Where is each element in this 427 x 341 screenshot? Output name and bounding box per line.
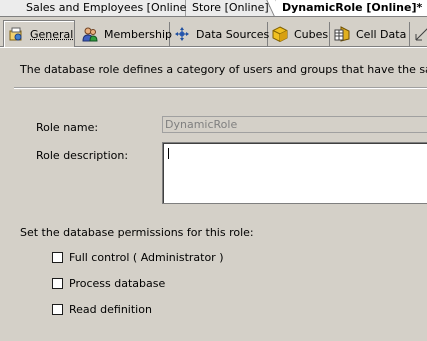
data-sources-icon: [175, 27, 189, 41]
doc-tab-dynamicrole[interactable]: DynamicRole [Online]*: [266, 0, 427, 16]
cell-data-icon: [334, 26, 350, 42]
read-definition-option[interactable]: Read definition: [52, 302, 152, 316]
full-control-checkbox[interactable]: [52, 251, 63, 263]
permissions-label: Set the database permissions for this ro…: [20, 226, 254, 239]
tab-label: Cell Data: [356, 27, 407, 41]
doc-tab-store[interactable]: Store [Online]*: [186, 0, 276, 16]
process-database-label: Process database: [69, 276, 166, 290]
read-definition-checkbox[interactable]: [52, 303, 63, 315]
process-database-option[interactable]: Process database: [52, 276, 165, 290]
role-name-field[interactable]: DynamicRole: [162, 116, 427, 133]
general-icon: [9, 27, 22, 41]
read-definition-label: Read definition: [69, 302, 152, 316]
cubes-icon: [272, 26, 288, 42]
tab-label: Cubes: [294, 27, 329, 41]
tab-cell-data[interactable]: Cell Data: [330, 22, 410, 46]
dimension-icon: [415, 28, 427, 41]
doc-tab-label: DynamicRole [Online]*: [282, 1, 423, 14]
process-database-checkbox[interactable]: [52, 277, 63, 289]
tab-membership[interactable]: Membership: [78, 22, 172, 46]
designer-tab-strip: General Membership Data Sources Cubes Ce…: [0, 17, 427, 48]
tab-overflow[interactable]: [410, 22, 427, 46]
full-control-label: Full control ( Administrator ): [69, 250, 224, 264]
role-name-label: Role name:: [36, 121, 99, 134]
role-designer-window: Sales and Employees [Online] Store [Onli…: [0, 0, 427, 341]
document-tab-strip: Sales and Employees [Online] Store [Onli…: [0, 0, 427, 17]
tab-label: Data Sources: [196, 27, 270, 41]
doc-tab-label: Sales and Employees [Online]: [26, 1, 191, 14]
role-description-label: Role description:: [36, 149, 129, 162]
membership-icon: [82, 27, 98, 42]
text-caret: [168, 148, 169, 159]
role-description-text: The database role defines a category of …: [20, 63, 427, 76]
doc-tab-sales-and-employees[interactable]: Sales and Employees [Online]: [0, 0, 191, 16]
tab-general[interactable]: General: [3, 20, 75, 47]
divider: [14, 87, 427, 89]
doc-tab-label: Store [Online]*: [192, 1, 275, 14]
role-description-field[interactable]: [162, 142, 427, 204]
tab-data-sources[interactable]: Data Sources: [170, 22, 270, 46]
full-control-option[interactable]: Full control ( Administrator ): [52, 250, 224, 264]
tab-label: Membership: [104, 27, 172, 41]
general-tab-panel: The database role defines a category of …: [0, 48, 427, 341]
tab-cubes[interactable]: Cubes: [268, 22, 330, 46]
tab-label: General: [30, 27, 74, 41]
